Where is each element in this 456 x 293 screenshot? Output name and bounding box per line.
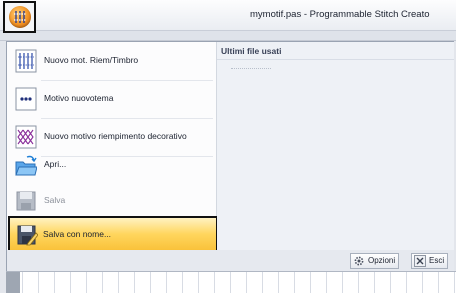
recent-files-empty-divider <box>231 68 271 69</box>
canvas-ruler <box>6 272 20 293</box>
menu-item-label: Salva <box>44 195 66 205</box>
save-icon <box>15 189 37 213</box>
recent-files-pane: Ultimi file usati <box>217 42 454 250</box>
menu-item-new-fill-stamp[interactable]: Nuovo mot. Riem/Timbro <box>7 42 217 80</box>
menu-commands: Nuovo mot. Riem/Timbro Motivo nuovotema <box>7 42 218 260</box>
exit-button-label: Esci <box>429 256 445 265</box>
menu-item-save[interactable]: Salva <box>7 182 217 220</box>
new-motif-icon <box>15 87 37 111</box>
recent-files-title: Ultimi file usati <box>221 46 282 56</box>
open-folder-icon <box>15 153 38 177</box>
save-as-icon <box>16 223 39 247</box>
menu-item-label: Nuovo motivo riempimento decorativo <box>44 131 187 141</box>
window-title: mymotif.pas - Programmable Stitch Creato <box>250 9 430 20</box>
gear-icon <box>353 255 365 267</box>
menu-item-new-motif[interactable]: Motivo nuovotema <box>7 80 217 118</box>
title-bar: mymotif.pas - Programmable Stitch Creato <box>0 0 456 31</box>
menu-item-save-as[interactable]: Salva con nome... <box>8 216 218 252</box>
menu-item-label: Motivo nuovotema <box>44 93 114 103</box>
menu-item-label: Apri... <box>44 159 67 169</box>
application-orb-icon <box>9 6 31 28</box>
menu-item-label: Salva con nome... <box>43 229 112 239</box>
menu-item-label: Nuovo mot. Riem/Timbro <box>44 55 139 65</box>
menu-item-open[interactable]: Apri... <box>7 146 217 184</box>
menu-footer: Opzioni Esci <box>7 250 454 271</box>
new-fill-stamp-icon <box>15 49 37 73</box>
options-button[interactable]: Opzioni <box>350 253 400 269</box>
design-canvas[interactable] <box>6 271 456 293</box>
application-menu: Nuovo mot. Riem/Timbro Motivo nuovotema <box>6 41 454 271</box>
exit-button[interactable]: Esci <box>411 253 449 269</box>
close-icon <box>414 255 426 267</box>
recent-files-header: Ultimi file usati <box>217 42 454 60</box>
options-button-label: Opzioni <box>368 256 396 265</box>
application-button[interactable] <box>3 1 36 33</box>
ribbon-strip <box>0 31 456 41</box>
